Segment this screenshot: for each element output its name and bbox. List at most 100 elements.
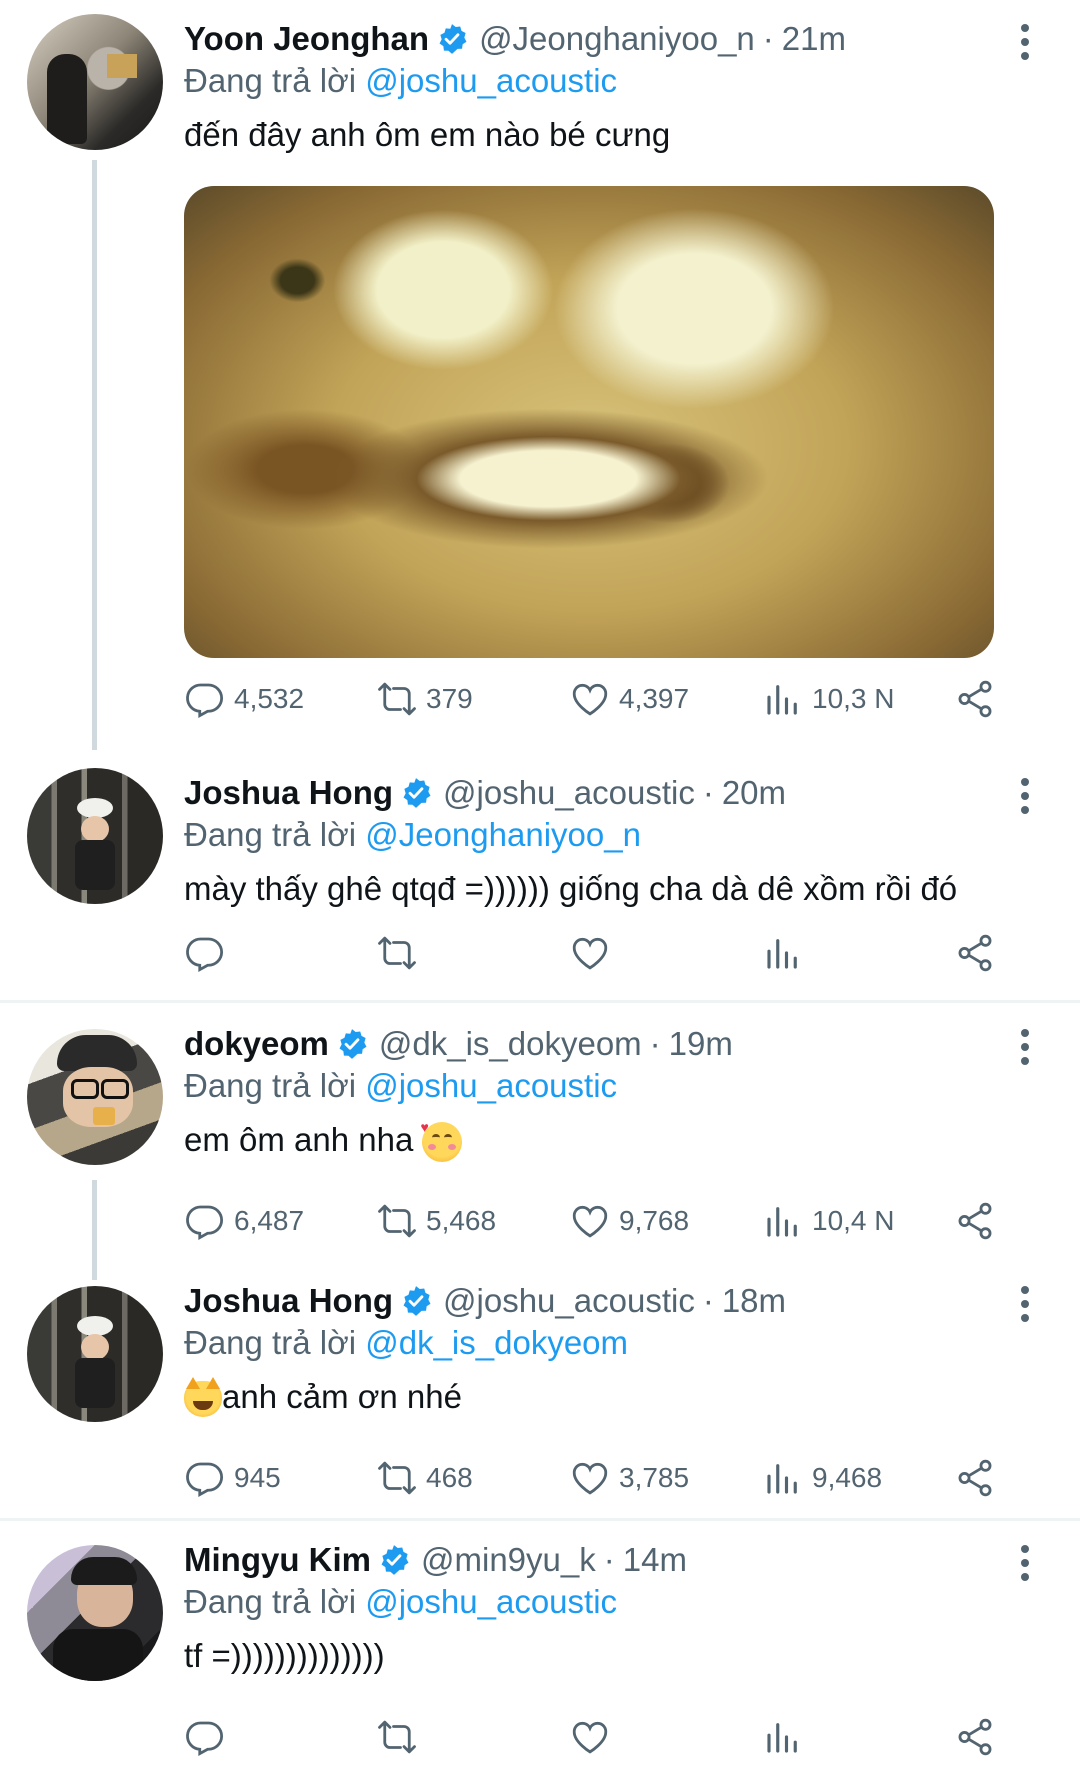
share-button[interactable] bbox=[954, 932, 1004, 974]
tweet-text: tf =)))))))))))))) bbox=[184, 1637, 385, 1674]
display-name[interactable]: Joshua Hong bbox=[184, 1280, 393, 1322]
share-button[interactable] bbox=[954, 678, 1004, 720]
views-icon bbox=[762, 678, 804, 720]
replying-label: Đang trả lời bbox=[184, 1324, 357, 1361]
reply-mention-link[interactable]: @Jeonghaniyoo_n bbox=[365, 816, 641, 853]
timestamp[interactable]: 20m bbox=[722, 772, 786, 814]
views-button[interactable]: 10,3 N bbox=[762, 678, 895, 720]
display-name[interactable]: Mingyu Kim bbox=[184, 1539, 371, 1581]
heart-icon bbox=[569, 678, 611, 720]
verified-badge-icon bbox=[377, 1543, 411, 1577]
heart-icon bbox=[569, 1716, 611, 1758]
heart-icon bbox=[569, 1457, 611, 1499]
handle[interactable]: @dk_is_dokyeom bbox=[379, 1023, 642, 1065]
reply-button[interactable] bbox=[184, 1716, 234, 1758]
reply-button[interactable]: 945 bbox=[184, 1457, 281, 1499]
like-button[interactable]: 3,785 bbox=[569, 1457, 689, 1499]
retweet-button[interactable]: 468 bbox=[376, 1457, 473, 1499]
tweet-text-container: em ôm anh nha ♥ bbox=[184, 1119, 1040, 1163]
more-options-icon[interactable] bbox=[1010, 20, 1040, 64]
handle[interactable]: @Jeonghaniyoo_n bbox=[479, 18, 755, 60]
like-count: 3,785 bbox=[619, 1462, 690, 1493]
retweet-icon bbox=[376, 1200, 418, 1242]
display-name[interactable]: dokyeom bbox=[184, 1023, 329, 1065]
verified-badge-icon bbox=[399, 1284, 433, 1318]
reply-button[interactable] bbox=[184, 932, 234, 974]
tweet[interactable]: dokyeom @dk_is_dokyeom · 19m Đang trả lờ… bbox=[0, 1003, 1080, 1260]
share-icon bbox=[954, 678, 996, 720]
retweet-button[interactable]: 379 bbox=[376, 678, 473, 720]
timestamp[interactable]: 18m bbox=[722, 1280, 786, 1322]
like-button[interactable]: 4,397 bbox=[569, 678, 689, 720]
separator-dot: · bbox=[649, 1025, 661, 1062]
avatar[interactable] bbox=[27, 1545, 163, 1681]
tweet-actions bbox=[184, 1716, 1024, 1766]
tweet-text: mày thấy ghê qtqđ =)))))) giống cha dà d… bbox=[184, 870, 958, 907]
share-button[interactable] bbox=[954, 1200, 1004, 1242]
reply-icon bbox=[184, 1716, 226, 1758]
avatar[interactable] bbox=[27, 768, 163, 904]
replying-label: Đang trả lời bbox=[184, 816, 357, 853]
reply-icon bbox=[184, 678, 226, 720]
reply-mention-link[interactable]: @joshu_acoustic bbox=[365, 1583, 617, 1620]
views-button[interactable]: 9,468 bbox=[762, 1457, 882, 1499]
views-button[interactable] bbox=[762, 932, 812, 974]
tweet-actions: 4,532 379 4,397 10,3 N bbox=[184, 678, 1024, 728]
verified-badge-icon bbox=[335, 1027, 369, 1061]
replying-to: Đang trả lời @dk_is_dokyeom bbox=[184, 1322, 1040, 1364]
timestamp[interactable]: 14m bbox=[623, 1539, 687, 1581]
reply-button[interactable]: 4,532 bbox=[184, 678, 304, 720]
handle[interactable]: @min9yu_k bbox=[421, 1539, 596, 1581]
reply-count: 4,532 bbox=[234, 683, 305, 714]
share-button[interactable] bbox=[954, 1457, 1004, 1499]
smiling-face-with-hearts-emoji-icon: ♥ bbox=[420, 1120, 463, 1163]
handle[interactable]: @joshu_acoustic bbox=[443, 772, 695, 814]
views-button[interactable]: 10,4 N bbox=[762, 1200, 895, 1242]
tweet[interactable]: Yoon Jeonghan @Jeonghaniyoo_n · 21m Đang… bbox=[0, 0, 1080, 760]
views-button[interactable] bbox=[762, 1716, 812, 1758]
timestamp[interactable]: 21m bbox=[782, 18, 846, 60]
retweet-count: 379 bbox=[426, 683, 473, 714]
more-options-icon[interactable] bbox=[1010, 774, 1040, 818]
retweet-button[interactable] bbox=[376, 1716, 426, 1758]
share-icon bbox=[954, 1200, 996, 1242]
avatar[interactable] bbox=[27, 1029, 163, 1165]
retweet-button[interactable]: 5,468 bbox=[376, 1200, 496, 1242]
view-count: 10,4 N bbox=[812, 1205, 895, 1236]
reply-mention-link[interactable]: @joshu_acoustic bbox=[365, 62, 617, 99]
like-button[interactable]: 9,768 bbox=[569, 1200, 689, 1242]
tweet-image[interactable] bbox=[184, 186, 994, 658]
tweet[interactable]: Joshua Hong @joshu_acoustic · 18m Đang t… bbox=[0, 1260, 1080, 1518]
display-name[interactable]: Joshua Hong bbox=[184, 772, 393, 814]
avatar[interactable] bbox=[27, 1286, 163, 1422]
like-button[interactable] bbox=[569, 1716, 619, 1758]
reply-button[interactable]: 6,487 bbox=[184, 1200, 304, 1242]
tweet-actions bbox=[184, 932, 1024, 982]
more-options-icon[interactable] bbox=[1010, 1541, 1040, 1585]
replying-to: Đang trả lời @joshu_acoustic bbox=[184, 1581, 1040, 1623]
reply-mention-link[interactable]: @dk_is_dokyeom bbox=[365, 1324, 628, 1361]
views-icon bbox=[762, 1200, 804, 1242]
display-name[interactable]: Yoon Jeonghan bbox=[184, 18, 429, 60]
tweet[interactable]: Joshua Hong @joshu_acoustic · 20m Đang t… bbox=[0, 760, 1080, 1000]
reply-mention-link[interactable]: @joshu_acoustic bbox=[365, 1067, 617, 1104]
share-button[interactable] bbox=[954, 1716, 1004, 1758]
replying-label: Đang trả lời bbox=[184, 1583, 357, 1620]
separator-dot: · bbox=[702, 1282, 714, 1319]
reply-icon bbox=[184, 1457, 226, 1499]
avatar[interactable] bbox=[27, 14, 163, 150]
tweet-text: đến đây anh ôm em nào bé cưng bbox=[184, 116, 671, 153]
views-icon bbox=[762, 1457, 804, 1499]
retweet-icon bbox=[376, 1457, 418, 1499]
timestamp[interactable]: 19m bbox=[669, 1023, 733, 1065]
reply-icon bbox=[184, 1200, 226, 1242]
more-options-icon[interactable] bbox=[1010, 1282, 1040, 1326]
tweet-actions: 6,487 5,468 9,768 10,4 N bbox=[184, 1200, 1024, 1250]
tweet[interactable]: Mingyu Kim @min9yu_k · 14m Đang trả lời … bbox=[0, 1521, 1080, 1775]
view-count: 10,3 N bbox=[812, 683, 895, 714]
handle[interactable]: @joshu_acoustic bbox=[443, 1280, 695, 1322]
more-options-icon[interactable] bbox=[1010, 1025, 1040, 1069]
retweet-button[interactable] bbox=[376, 932, 426, 974]
tweet-text: em ôm anh nha bbox=[184, 1121, 414, 1158]
like-button[interactable] bbox=[569, 932, 619, 974]
